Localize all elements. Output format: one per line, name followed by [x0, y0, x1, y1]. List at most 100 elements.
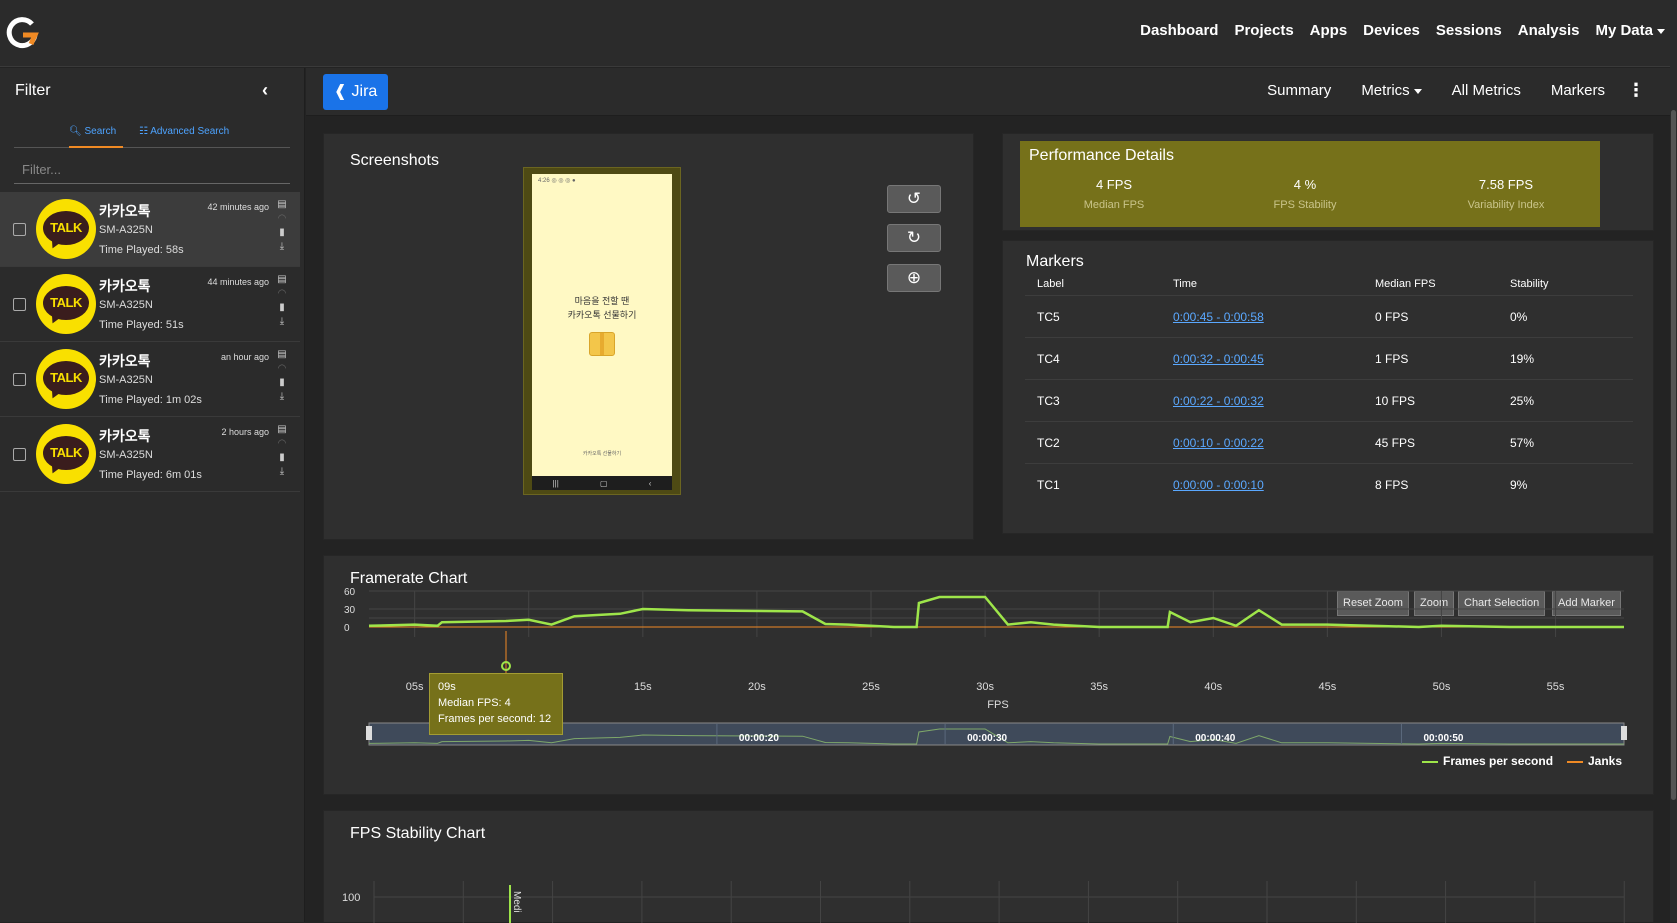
col-median-fps: Median FPS — [1375, 278, 1436, 290]
tab-all-metrics[interactable]: All Metrics — [1452, 82, 1521, 99]
navigator-left-handle[interactable] — [366, 726, 372, 740]
marker-fps: 0 FPS — [1375, 309, 1409, 324]
session-app-name: 카카오톡 — [99, 203, 151, 219]
marker-stability: 25% — [1510, 393, 1535, 408]
nav-my-data-dropdown[interactable]: My Data — [1595, 22, 1665, 39]
marker-fps: 10 FPS — [1375, 393, 1416, 408]
stability-y-tick: 100 — [342, 892, 360, 904]
marker-time-link[interactable]: 0:00:00 - 0:00:10 — [1173, 478, 1264, 492]
navigator-label: 00:00:30 — [967, 733, 1007, 744]
device-screenshot[interactable]: 4:26 ◎ ◎ ◎ ● 마음을 전할 땐 카카오톡 선물하기 카카오톡 선물하기… — [523, 167, 681, 495]
y-tick-label: 30 — [344, 605, 356, 616]
bookmark-icon[interactable]: ▮ — [276, 451, 288, 465]
session-checkbox[interactable] — [13, 298, 26, 311]
zoom-screenshot-button[interactable]: ⊕ — [887, 264, 941, 292]
session-timestamp: 44 minutes ago — [207, 277, 269, 287]
session-checkbox[interactable] — [13, 448, 26, 461]
framerate-chart-panel: Framerate Chart Reset Zoom Zoom Chart Se… — [323, 555, 1654, 795]
marker-label: TC4 — [1037, 351, 1060, 366]
nav-dashboard[interactable]: Dashboard — [1140, 22, 1218, 39]
session-item[interactable]: TALK 카카오톡 SM-A325N Time Played: 58s 42 m… — [0, 192, 300, 267]
kakaotalk-app-icon: TALK — [36, 199, 96, 259]
legend-fps[interactable]: Frames per second — [1422, 754, 1553, 768]
marker-time-link[interactable]: 0:00:22 - 0:00:32 — [1173, 394, 1264, 408]
gallery-icon[interactable]: ▤ — [276, 348, 288, 362]
jira-button[interactable]: ❰ Jira — [323, 74, 388, 110]
marker-fps: 8 FPS — [1375, 478, 1409, 492]
x-axis-label: FPS — [987, 699, 1008, 711]
marker-time-link[interactable]: 0:00:10 - 0:00:22 — [1173, 436, 1264, 450]
session-checkbox[interactable] — [13, 373, 26, 386]
tab-search[interactable]: 🔍︎ Search — [69, 120, 123, 148]
app-logo-icon[interactable] — [6, 16, 40, 50]
more-options-icon[interactable]: ⋮ — [1627, 80, 1645, 101]
x-tick-label: 30s — [976, 681, 994, 693]
session-time-played: Time Played: 6m 01s — [99, 469, 202, 481]
navigator-label: 00:00:20 — [739, 733, 779, 744]
top-navbar: Dashboard Projects Apps Devices Sessions… — [0, 0, 1677, 67]
nav-projects[interactable]: Projects — [1234, 22, 1293, 39]
session-time-played: Time Played: 1m 02s — [99, 394, 202, 406]
navigator-label: 00:00:40 — [1195, 733, 1235, 744]
col-label: Label — [1037, 278, 1064, 290]
x-tick-label: 20s — [748, 681, 766, 693]
session-checkbox[interactable] — [13, 223, 26, 236]
download-icon[interactable]: ⤓ — [276, 315, 288, 329]
tab-advanced-search-label: Advanced Search — [150, 126, 230, 137]
bookmark-icon[interactable]: ▮ — [276, 226, 288, 240]
navigator-right-handle[interactable] — [1621, 726, 1627, 740]
filter-input[interactable] — [14, 156, 290, 184]
nav-apps[interactable]: Apps — [1310, 22, 1348, 39]
x-tick-label: 55s — [1547, 681, 1565, 693]
session-item[interactable]: TALK 카카오톡 SM-A325N Time Played: 6m 01s 2… — [0, 417, 300, 492]
tab-markers[interactable]: Markers — [1551, 82, 1605, 99]
session-item[interactable]: TALK 카카오톡 SM-A325N Time Played: 1m 02s a… — [0, 342, 300, 417]
scrollbar-thumb[interactable] — [1671, 110, 1676, 800]
marker-row: TC4 0:00:32 - 0:00:45 1 FPS 19% — [1025, 338, 1633, 380]
wifi-icon: ◠ — [277, 438, 287, 449]
nav-sessions[interactable]: Sessions — [1436, 22, 1502, 39]
session-device: SM-A325N — [99, 299, 153, 311]
fps-stability-chart[interactable]: 100 Medi — [324, 811, 1655, 923]
session-app-name: 카카오톡 — [99, 428, 151, 444]
marker-time-link[interactable]: 0:00:32 - 0:00:45 — [1173, 352, 1264, 366]
markers-title: Markers — [1026, 253, 1084, 270]
screenshot-message: 마음을 전할 땐 카카오톡 선물하기 — [567, 296, 637, 320]
marker-fps: 45 FPS — [1375, 435, 1416, 450]
gallery-icon[interactable]: ▤ — [276, 423, 288, 437]
session-device: SM-A325N — [99, 449, 153, 461]
session-item[interactable]: TALK 카카오톡 SM-A325N Time Played: 51s 44 m… — [0, 267, 300, 342]
markers-panel: Markers Label Time Median FPS Stability … — [1002, 240, 1654, 534]
kakaotalk-app-icon: TALK — [36, 424, 96, 484]
session-device: SM-A325N — [99, 224, 153, 236]
x-tick-label: 50s — [1433, 681, 1451, 693]
tab-summary[interactable]: Summary — [1267, 82, 1331, 99]
session-time-played: Time Played: 51s — [99, 319, 184, 331]
search-icon: 🔍︎ — [69, 126, 82, 137]
android-nav-bar: ||| ▢ ‹ — [532, 476, 672, 490]
gallery-icon[interactable]: ▤ — [276, 198, 288, 212]
nav-analysis[interactable]: Analysis — [1518, 22, 1580, 39]
metric-fps-stability: 4 % FPS Stability — [1273, 177, 1337, 211]
page-scrollbar[interactable] — [1670, 0, 1677, 922]
tab-metrics-dropdown[interactable]: Metrics — [1361, 82, 1421, 99]
nav-devices[interactable]: Devices — [1363, 22, 1420, 39]
rotate-right-button[interactable]: ↻ — [887, 224, 941, 252]
bookmark-icon[interactable]: ▮ — [276, 376, 288, 390]
screenshot-screen: 4:26 ◎ ◎ ◎ ● 마음을 전할 땐 카카오톡 선물하기 카카오톡 선물하기 — [532, 174, 672, 476]
rotate-left-button[interactable]: ↺ — [887, 185, 941, 213]
marker-time-link[interactable]: 0:00:45 - 0:00:58 — [1173, 310, 1264, 324]
tab-advanced-search[interactable]: ☷ Advanced Search — [139, 120, 235, 148]
session-list: TALK 카카오톡 SM-A325N Time Played: 58s 42 m… — [0, 192, 300, 492]
legend-janks[interactable]: Janks — [1567, 754, 1622, 768]
download-icon[interactable]: ⤓ — [276, 240, 288, 254]
main-nav: Dashboard Projects Apps Devices Sessions… — [1140, 22, 1665, 39]
screenshot-status-bar: 4:26 ◎ ◎ ◎ ● — [538, 178, 576, 184]
collapse-sidebar-icon[interactable]: ‹ — [262, 80, 268, 101]
session-actions: ▤ ◠ ▮ ⤓ — [276, 348, 288, 404]
download-icon[interactable]: ⤓ — [276, 390, 288, 404]
bookmark-icon[interactable]: ▮ — [276, 301, 288, 315]
col-time: Time — [1173, 278, 1198, 290]
download-icon[interactable]: ⤓ — [276, 465, 288, 479]
gallery-icon[interactable]: ▤ — [276, 273, 288, 287]
